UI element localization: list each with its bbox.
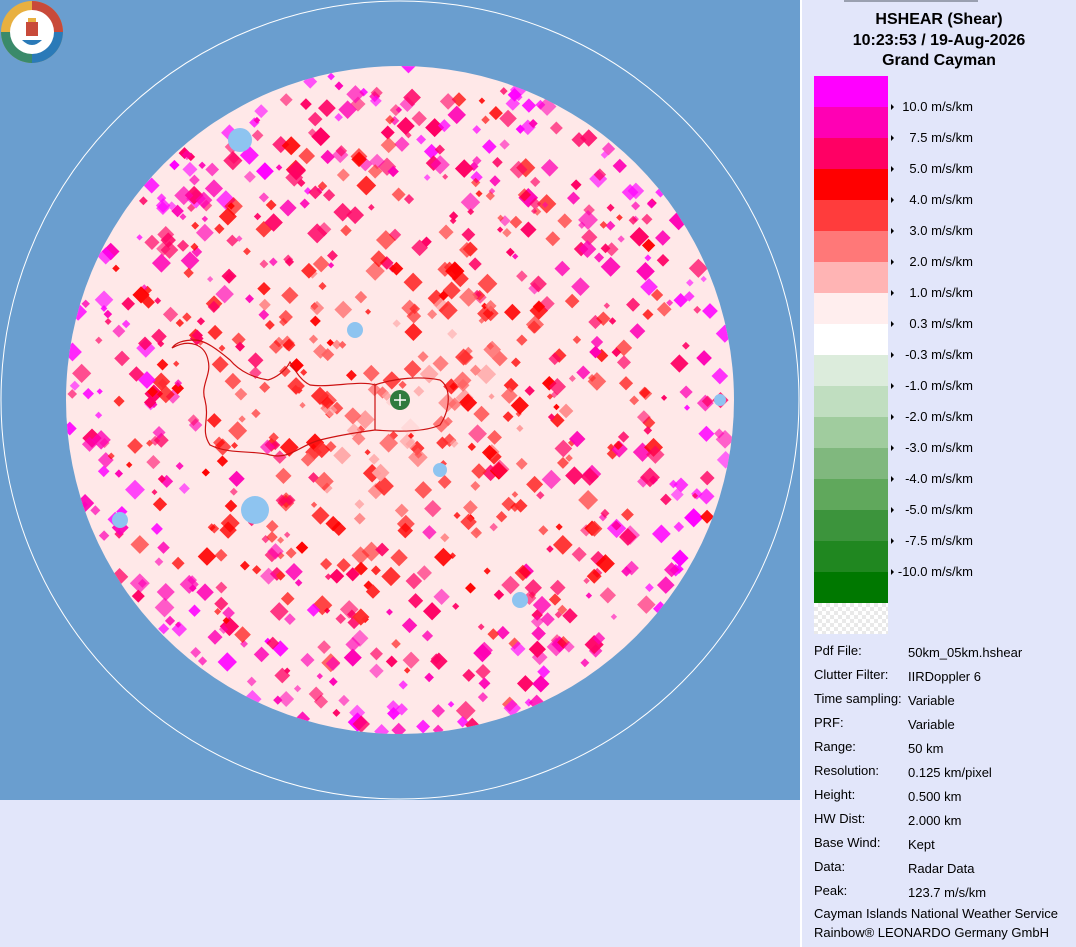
legend-tick-label: 7.5 m/s/km [909,130,973,145]
legend-swatch [814,603,888,634]
map-footer-area [0,800,800,947]
info-label: Resolution: [814,763,880,778]
legend-tick-label: 3.0 m/s/km [909,223,973,238]
no-data-patch [433,463,447,477]
no-data-patch [228,128,252,152]
top-strip [844,0,978,2]
info-label: Data: [814,859,846,874]
legend-tick-label: 5.0 m/s/km [909,161,973,176]
no-data-patch [241,496,269,524]
product-datetime: 10:23:53 / 19-Aug-2026 [852,32,1026,49]
footer-software: Rainbow® LEONARDO Germany GmbH [814,925,1049,940]
radar-map[interactable] [0,0,800,800]
info-value: Kept [908,837,935,852]
info-value: 50km_05km.hshear [908,645,1023,660]
info-label: HW Dist: [814,811,866,826]
info-label: PRF: [814,715,844,730]
cayman-weather-service-logo [1,1,63,63]
info-value: 0.500 km [908,789,962,804]
info-value: Variable [908,717,955,732]
info-value: Radar Data [908,861,975,876]
info-label: Base Wind: [814,835,881,850]
legend-tick-label: -10.0 m/s/km [897,564,973,579]
info-value: 123.7 m/s/km [908,885,987,900]
radar-image [0,0,800,800]
info-value: IIRDoppler 6 [908,669,981,684]
no-data-patch [347,322,363,338]
legend-tick-label: 10.0 m/s/km [902,99,973,114]
info-label: Range: [814,739,856,754]
product-title: HSHEAR (Shear) [875,11,1003,28]
legend-tick-label: -3.0 m/s/km [905,440,973,455]
info-value: Variable [908,693,955,708]
legend-tick-label: -7.5 m/s/km [905,533,973,548]
info-label: Time sampling: [814,691,902,706]
info-label: Pdf File: [814,643,862,658]
info-label: Clutter Filter: [814,667,889,682]
legend-tick-label: -5.0 m/s/km [905,502,973,517]
no-data-patch [512,592,528,608]
info-label: Height: [814,787,856,802]
info-value: 0.125 km/pixel [908,765,992,780]
no-data-patch [714,394,726,406]
footer-organization: Cayman Islands National Weather Service [814,906,1058,921]
legend-panel: HSHEAR (Shear) 10:23:53 / 19-Aug-2026 Gr… [802,0,1076,947]
no-data-patch [112,512,128,528]
info-value: 50 km [908,741,944,756]
legend-tick-label: -0.3 m/s/km [905,347,973,362]
legend-tick-label: -4.0 m/s/km [905,471,973,486]
legend-tick-label: 4.0 m/s/km [909,192,973,207]
legend-tick-label: 1.0 m/s/km [909,285,973,300]
info-label: Peak: [814,883,848,898]
site-name: Grand Cayman [882,52,996,69]
legend-tick-label: -2.0 m/s/km [905,409,973,424]
info-value: 2.000 km [908,813,962,828]
legend-tick-label: -1.0 m/s/km [905,378,973,393]
legend-tick-label: 0.3 m/s/km [909,316,973,331]
legend-tick-label: 2.0 m/s/km [909,254,973,269]
